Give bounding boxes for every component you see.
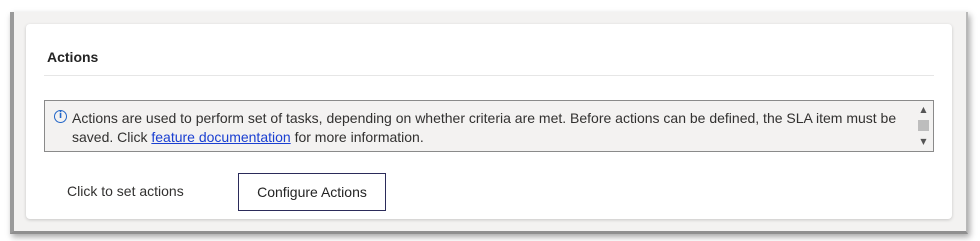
actions-card: Actions i Actions are used to perform se… [26,24,952,219]
set-actions-label: Click to set actions [67,183,184,199]
scroll-thumb[interactable] [918,120,929,131]
info-message-box: i Actions are used to perform set of tas… [44,100,934,152]
configure-actions-button[interactable]: Configure Actions [238,173,386,211]
scroll-up-arrow-icon[interactable]: ▲ [917,105,930,115]
info-scrollbar[interactable]: ▲ ▼ [917,105,930,147]
feature-documentation-link[interactable]: feature documentation [151,129,290,145]
info-text-after: for more information. [290,129,424,145]
section-divider [44,75,934,76]
screenshot-frame: Actions i Actions are used to perform se… [10,12,968,234]
section-title: Actions [47,49,99,65]
scroll-down-arrow-icon[interactable]: ▼ [917,137,930,147]
info-icon: i [54,110,67,123]
info-message-text: Actions are used to perform set of tasks… [72,109,907,147]
